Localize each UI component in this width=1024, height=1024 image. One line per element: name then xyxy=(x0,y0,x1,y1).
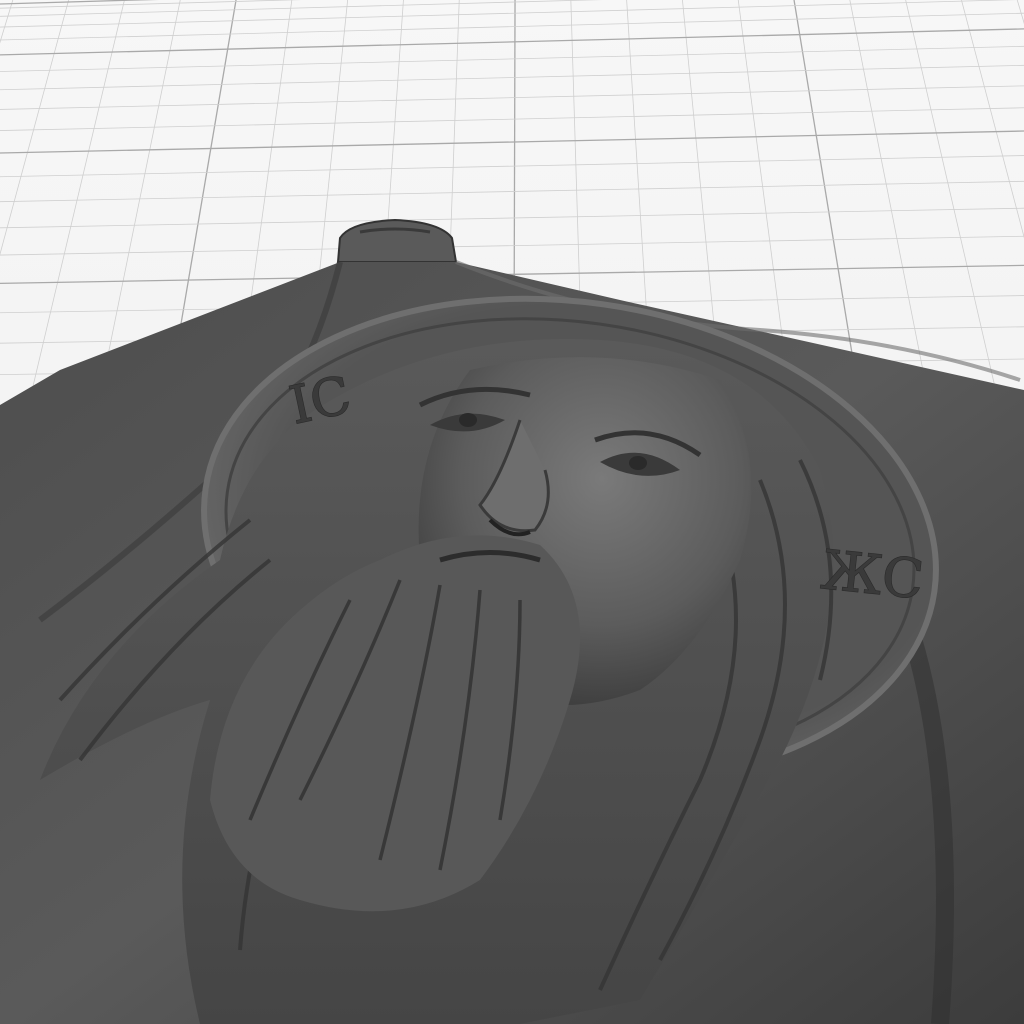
right-eye-pupil xyxy=(629,456,647,470)
left-eye-pupil xyxy=(459,413,477,427)
inscription-right: ЖС xyxy=(819,538,927,611)
3d-viewport[interactable]: IC ЖС xyxy=(0,0,1024,1024)
inscription-left: IC xyxy=(285,365,356,436)
viewport-scene[interactable]: IC ЖС xyxy=(0,0,1024,1024)
